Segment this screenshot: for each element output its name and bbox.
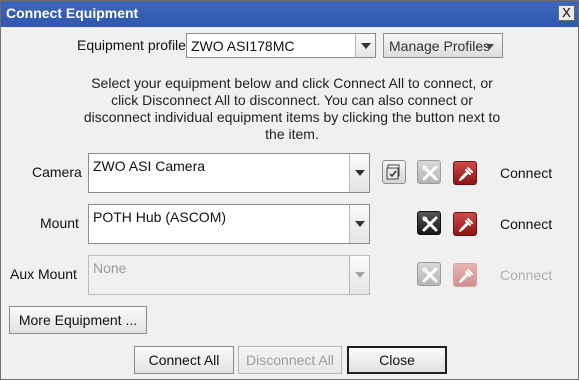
aux-mount-value: None	[93, 260, 127, 276]
mount-value: POTH Hub (ASCOM)	[93, 209, 227, 225]
close-button[interactable]: Close	[347, 346, 447, 374]
aux-mount-tools-button[interactable]	[417, 262, 441, 286]
camera-select[interactable]: ZWO ASI Camera	[88, 153, 370, 193]
camera-tools-button[interactable]	[417, 160, 441, 184]
equipment-profile-label: Equipment profile	[77, 37, 186, 53]
camera-connect-button[interactable]	[453, 161, 477, 185]
window-title: Connect Equipment	[6, 5, 139, 21]
tools-icon	[422, 165, 438, 181]
instructions-text: Select your equipment below and click Co…	[83, 75, 501, 142]
plug-icon	[459, 167, 473, 181]
aux-mount-connect-button[interactable]	[453, 263, 477, 287]
close-window-button[interactable]: X	[558, 5, 575, 21]
manage-profiles-button[interactable]: Manage Profiles	[383, 33, 503, 58]
equipment-profile-value: ZWO ASI178MC	[191, 38, 295, 54]
chevron-down-icon[interactable]	[355, 34, 375, 57]
chevron-down-icon[interactable]	[349, 205, 369, 243]
disconnect-all-button[interactable]: Disconnect All	[238, 346, 342, 374]
plug-icon	[459, 269, 473, 283]
chevron-down-icon	[486, 44, 494, 49]
equipment-profile-select[interactable]: ZWO ASI178MC	[186, 33, 376, 58]
manage-profiles-label: Manage Profiles	[389, 38, 491, 54]
chevron-down-icon[interactable]	[349, 154, 369, 192]
tools-icon	[422, 216, 438, 232]
mount-status: Connect	[500, 216, 553, 232]
mount-select[interactable]: POTH Hub (ASCOM)	[88, 204, 370, 244]
camera-settings-icon	[386, 164, 400, 180]
mount-label: Mount	[40, 215, 79, 231]
camera-status: Connect	[500, 165, 553, 181]
more-equipment-button[interactable]: More Equipment ...	[9, 306, 147, 334]
chevron-down-icon[interactable]	[349, 256, 369, 294]
aux-mount-select[interactable]: None	[88, 255, 370, 295]
mount-tools-button[interactable]	[417, 211, 441, 235]
aux-mount-label: Aux Mount	[10, 266, 77, 282]
connect-all-button[interactable]: Connect All	[134, 346, 234, 374]
camera-label: Camera	[32, 164, 82, 180]
tools-icon	[422, 267, 438, 283]
connect-equipment-dialog: Connect Equipment X Equipment profile ZW…	[0, 0, 579, 380]
aux-mount-status: Connect	[500, 267, 553, 283]
plug-icon	[459, 218, 473, 232]
camera-setup-button[interactable]	[382, 160, 406, 184]
mount-connect-button[interactable]	[453, 212, 477, 236]
title-bar: Connect Equipment X	[1, 1, 578, 27]
camera-value: ZWO ASI Camera	[93, 158, 206, 174]
